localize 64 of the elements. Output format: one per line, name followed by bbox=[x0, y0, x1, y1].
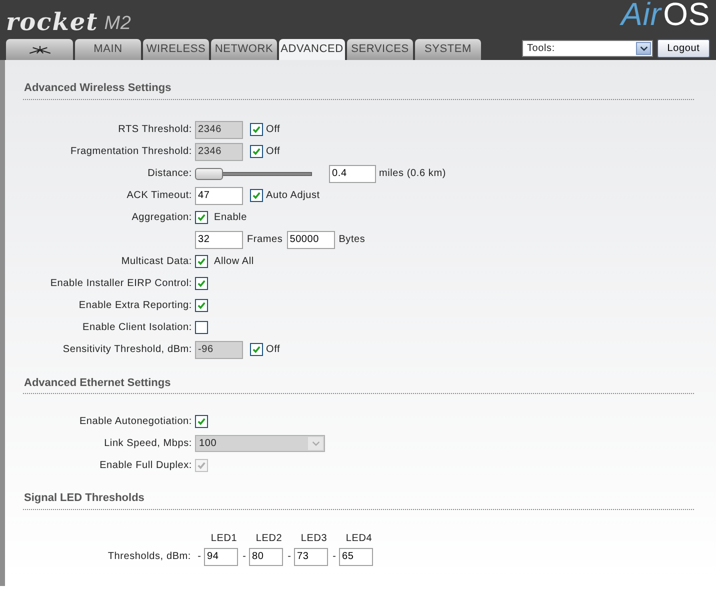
product-logo: rocket bbox=[6, 10, 98, 34]
minus-sign: - bbox=[242, 550, 248, 564]
minus-sign: - bbox=[286, 550, 292, 564]
checkbox-label: Enable bbox=[214, 211, 247, 225]
star-logo-icon bbox=[28, 46, 52, 54]
checkbox-label: Off bbox=[266, 123, 280, 137]
field-label: Thresholds, dBm: bbox=[108, 551, 191, 562]
checkbox[interactable] bbox=[195, 299, 208, 312]
nav-tab[interactable]: MAIN bbox=[75, 39, 141, 60]
distance-slider[interactable] bbox=[195, 168, 312, 180]
input-field[interactable]: 50000 bbox=[286, 230, 335, 248]
logout-button[interactable]: Logout bbox=[657, 39, 710, 58]
checkbox[interactable] bbox=[195, 277, 208, 290]
section-heading: Advanced Ethernet Settings bbox=[23, 374, 694, 394]
slider-thumb[interactable] bbox=[195, 168, 223, 180]
nav-tab[interactable]: SYSTEM bbox=[415, 39, 481, 60]
checkbox-label: Auto Adjust bbox=[266, 189, 320, 203]
led-heading: LED4 bbox=[346, 532, 372, 544]
section-heading: Advanced Wireless Settings bbox=[23, 80, 694, 100]
field-label: Sensitivity Threshold, dBm: bbox=[62, 344, 192, 355]
checkbox-label: Allow All bbox=[214, 255, 254, 269]
tools-select[interactable]: Tools: bbox=[522, 40, 653, 57]
field-label: Aggregation: bbox=[132, 212, 192, 223]
field-label: Enable Autonegotiation: bbox=[79, 416, 192, 426]
nav-tab[interactable]: WIRELESS bbox=[143, 39, 209, 60]
input-field[interactable]: 80 bbox=[249, 548, 283, 566]
input-field[interactable]: 94 bbox=[204, 548, 238, 566]
unit-label: Bytes bbox=[338, 233, 366, 247]
led-heading: LED1 bbox=[210, 532, 238, 544]
minus-sign: - bbox=[332, 550, 338, 564]
checkbox[interactable] bbox=[195, 211, 208, 224]
brand-logo: AirOS bbox=[621, 0, 710, 29]
nav-tab[interactable]: SERVICES bbox=[347, 39, 413, 60]
field-label: Enable Extra Reporting: bbox=[78, 300, 192, 311]
field-label: Enable Client Isolation: bbox=[82, 322, 192, 333]
unit-label: Frames bbox=[247, 233, 283, 247]
checkbox-label: Off bbox=[266, 145, 280, 159]
led-heading: LED2 bbox=[256, 532, 282, 544]
input-field[interactable]: 47 bbox=[195, 186, 243, 204]
input-field[interactable]: 0.4 bbox=[329, 164, 376, 182]
field-label: Distance: bbox=[148, 168, 192, 179]
input-field[interactable]: 73 bbox=[294, 548, 328, 566]
home-tab[interactable] bbox=[6, 39, 73, 60]
field-label: RTS Threshold: bbox=[118, 124, 192, 135]
led-heading: LED3 bbox=[300, 532, 328, 544]
checkbox[interactable] bbox=[250, 189, 263, 202]
nav-tab[interactable]: NETWORK bbox=[211, 39, 277, 60]
field-label: Link Speed, Mbps: bbox=[104, 438, 192, 448]
input-field[interactable]: 32 bbox=[195, 230, 243, 248]
input-field[interactable]: 65 bbox=[339, 548, 373, 566]
section-heading: Signal LED Thresholds bbox=[23, 490, 694, 510]
nav-tab[interactable]: ADVANCED bbox=[279, 39, 345, 60]
unit-label: miles (0.6 km) bbox=[379, 167, 446, 181]
minus-sign: - bbox=[196, 550, 202, 564]
field-label: Fragmentation Threshold: bbox=[70, 146, 192, 157]
model-label: M2 bbox=[104, 14, 132, 34]
checkbox[interactable] bbox=[195, 321, 208, 334]
field-label: Enable Installer EIRP Control: bbox=[50, 278, 192, 289]
field-label: Enable Full Duplex: bbox=[100, 460, 192, 470]
checkbox[interactable] bbox=[195, 414, 208, 428]
checkbox[interactable] bbox=[195, 255, 208, 268]
field-label: Multicast Data: bbox=[121, 256, 192, 267]
checkbox-label: Off bbox=[266, 343, 280, 357]
field-label: ACK Timeout: bbox=[126, 190, 192, 201]
